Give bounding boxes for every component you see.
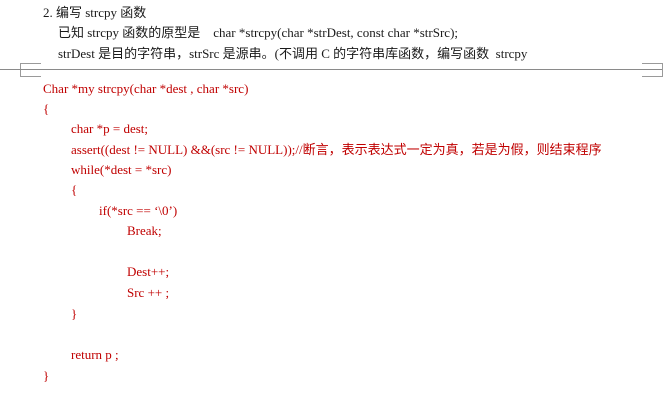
code-line-pointer-decl: char *p = dest; (71, 121, 149, 136)
code-line-assert: assert((dest != NULL) &&(src != NULL));/… (71, 142, 602, 157)
code-line-dest-increment: Dest++; (127, 264, 170, 279)
code-line-while-close-brace: } (71, 306, 78, 321)
code-line-break: Break; (127, 223, 162, 238)
code-line-close-brace: } (43, 368, 50, 383)
page-corner-mark-right-top (642, 63, 663, 70)
description-line: strDest 是目的字符串，strSrc 是源串。(不调用 C 的字符串库函数… (58, 46, 528, 61)
question-title: 2. 编写 strcpy 函数 (43, 5, 147, 20)
code-line-while-open-brace: { (71, 182, 78, 197)
code-line-while: while(*dest = *src) (71, 162, 172, 177)
code-line-return: return p ; (71, 347, 119, 362)
code-line-signature: Char *my strcpy(char *dest , char *src) (43, 81, 249, 96)
code-line-if: if(*src == ‘\0’) (99, 203, 178, 218)
page-separator (0, 69, 663, 70)
prototype-line: 已知 strcpy 函数的原型是 char *strcpy(char *strD… (58, 25, 459, 40)
code-line-open-brace: { (43, 101, 50, 116)
page-corner-mark-right-bottom (642, 70, 663, 77)
page-corner-mark-left-bottom (20, 70, 41, 77)
code-line-src-increment: Src ++ ; (127, 285, 170, 300)
